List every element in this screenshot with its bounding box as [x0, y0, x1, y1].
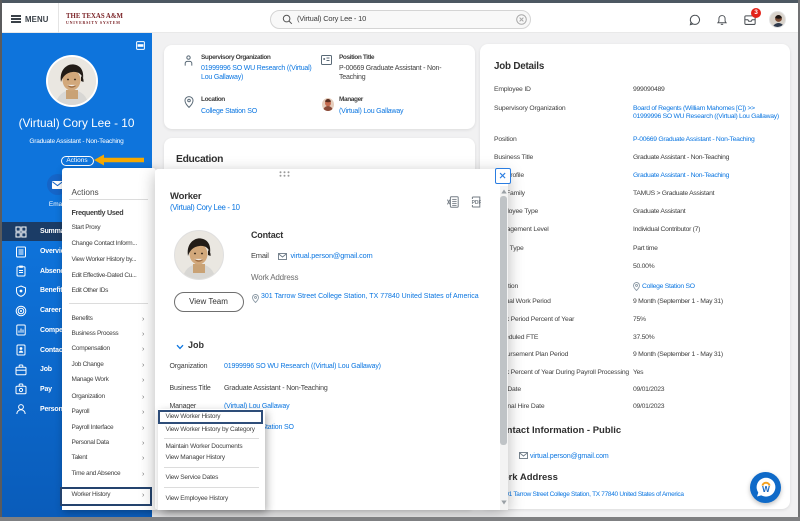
- svg-text:PDF: PDF: [472, 200, 481, 206]
- svg-text:W: W: [762, 485, 770, 494]
